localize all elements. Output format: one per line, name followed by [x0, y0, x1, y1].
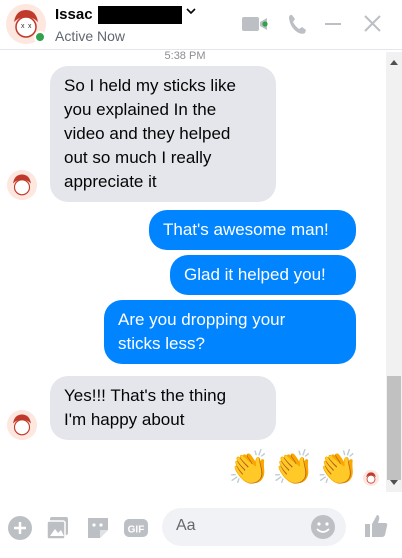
seen-receipt-avatar	[363, 470, 379, 486]
scroll-up-arrow[interactable]	[390, 60, 398, 65]
incoming-message[interactable]: Yes!!! That's the thing I'm happy about	[50, 376, 276, 440]
contact-name[interactable]: Issac	[55, 6, 93, 23]
message-line: video and they helped	[64, 124, 231, 143]
message-line: you explained In the	[64, 100, 217, 119]
gif-icon[interactable]: GIF	[122, 514, 150, 542]
svg-text:x: x	[28, 23, 32, 30]
image-icon[interactable]	[44, 514, 72, 542]
like-icon[interactable]	[362, 512, 390, 540]
clapping-hands-emoji-message[interactable]: 👏👏👏	[228, 448, 361, 488]
message-line: out so much I really	[64, 148, 212, 167]
outgoing-message[interactable]: Are you dropping your sticks less?	[104, 300, 356, 364]
message-composer: GIF Aa	[0, 500, 402, 558]
scroll-down-arrow[interactable]	[390, 480, 398, 485]
message-line: Are you dropping your	[118, 310, 286, 329]
plus-icon[interactable]	[6, 514, 34, 542]
message-timestamp: 5:38 PM	[164, 50, 206, 62]
online-status-dot	[34, 31, 46, 43]
phone-icon[interactable]	[286, 12, 310, 36]
outgoing-message[interactable]: That's awesome man!	[149, 210, 356, 250]
message-line: So I held my sticks like	[64, 76, 236, 95]
emoji-icon[interactable]	[310, 514, 336, 540]
message-line: That's awesome man!	[163, 220, 329, 239]
svg-text:x: x	[21, 23, 25, 30]
chat-header: x x Issac Active Now	[0, 0, 402, 50]
message-input-placeholder: Aa	[176, 517, 196, 534]
scrollbar-thumb[interactable]	[387, 376, 401, 480]
message-line: Glad it helped you!	[184, 265, 326, 284]
close-icon[interactable]	[360, 12, 384, 36]
sender-avatar[interactable]	[7, 410, 37, 440]
svg-text:GIF: GIF	[128, 525, 145, 536]
redacted-name-block	[98, 6, 182, 24]
incoming-message[interactable]: So I held my sticks like you explained I…	[50, 66, 276, 202]
message-line: Yes!!! That's the thing	[64, 386, 227, 405]
message-line: sticks less?	[118, 334, 205, 353]
message-line: appreciate it	[64, 172, 157, 191]
sender-avatar[interactable]	[7, 170, 37, 200]
message-line: I'm happy about	[64, 410, 185, 429]
chevron-down-icon[interactable]	[184, 4, 198, 18]
active-status: Active Now	[55, 28, 126, 44]
minimize-icon[interactable]	[322, 12, 344, 36]
outgoing-message[interactable]: Glad it helped you!	[170, 255, 356, 295]
sticker-icon[interactable]	[84, 514, 112, 542]
video-camera-icon[interactable]	[240, 12, 270, 36]
